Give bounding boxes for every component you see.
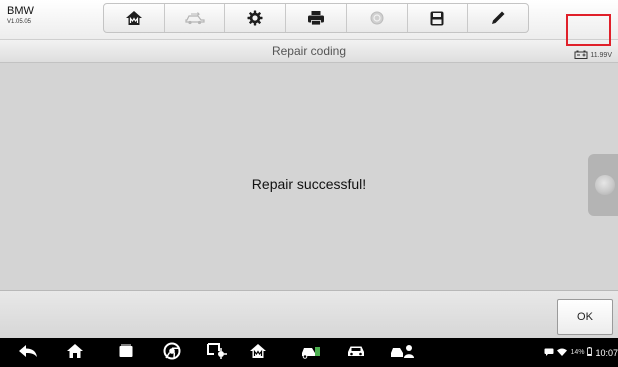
edit-button[interactable] (468, 4, 528, 32)
system-nav-bar: 14% 10:07 (0, 338, 618, 367)
help-button[interactable] (347, 4, 408, 32)
screen-title-bar: Repair coding 11.99V (0, 40, 618, 63)
home-icon (125, 10, 143, 26)
tablet-battery-icon (587, 347, 593, 358)
vci-connection-icon (206, 342, 228, 365)
recent-apps-icon (118, 344, 134, 363)
home-button[interactable] (104, 4, 165, 32)
system-status-area: 14% 10:07 (544, 347, 618, 358)
vci-connection-button[interactable] (206, 342, 228, 365)
save-icon (430, 11, 444, 26)
wifi-icon (557, 348, 568, 358)
assist-knob-icon (595, 175, 615, 195)
brand-block: BMW V1.05.05 (7, 5, 34, 26)
main-content: Repair successful! (0, 63, 618, 290)
back-button[interactable] (18, 344, 38, 362)
software-version: V1.05.05 (7, 19, 32, 25)
battery-percent: 14% (570, 349, 585, 356)
autel-home-button[interactable] (249, 343, 267, 364)
vehicle-swap-button[interactable] (165, 4, 226, 32)
floating-assist-handle[interactable] (588, 154, 618, 216)
vehicle-service-icon (300, 343, 322, 364)
clock: 10:07 (595, 347, 618, 358)
vehicle-service-button[interactable] (300, 344, 322, 362)
bottom-action-bar: OK (0, 290, 618, 339)
chrome-icon (163, 342, 181, 365)
battery-status: 11.99V (574, 46, 612, 64)
chrome-button[interactable] (163, 342, 181, 365)
battery-voltage: 11.99V (590, 51, 612, 59)
settings-gear-icon (247, 10, 263, 26)
save-button[interactable] (408, 4, 469, 32)
vehicle-user-icon (390, 343, 416, 364)
car-icon (345, 343, 367, 364)
settings-button[interactable] (225, 4, 287, 32)
recent-apps-button[interactable] (118, 344, 134, 362)
message-icon (544, 348, 554, 358)
ok-button[interactable]: OK (557, 299, 613, 335)
screen-title: Repair coding (271, 44, 347, 58)
vehicle-user-button[interactable] (390, 344, 416, 362)
car-battery-icon (574, 46, 588, 64)
print-button[interactable] (286, 4, 347, 32)
print-icon (307, 10, 325, 26)
android-home-button[interactable] (66, 343, 84, 364)
edit-pen-icon (490, 10, 506, 26)
autel-home-icon (249, 343, 267, 364)
help-icon (370, 11, 384, 25)
car-button[interactable] (345, 344, 367, 362)
android-home-icon (66, 343, 84, 364)
vehicle-swap-icon (184, 11, 206, 25)
result-message: Repair successful! (251, 176, 367, 192)
back-icon (18, 344, 38, 363)
brand-name: BMW (7, 5, 34, 17)
top-toolbar: BMW V1.05.05 (0, 0, 618, 40)
toolbar-button-group (103, 3, 529, 33)
